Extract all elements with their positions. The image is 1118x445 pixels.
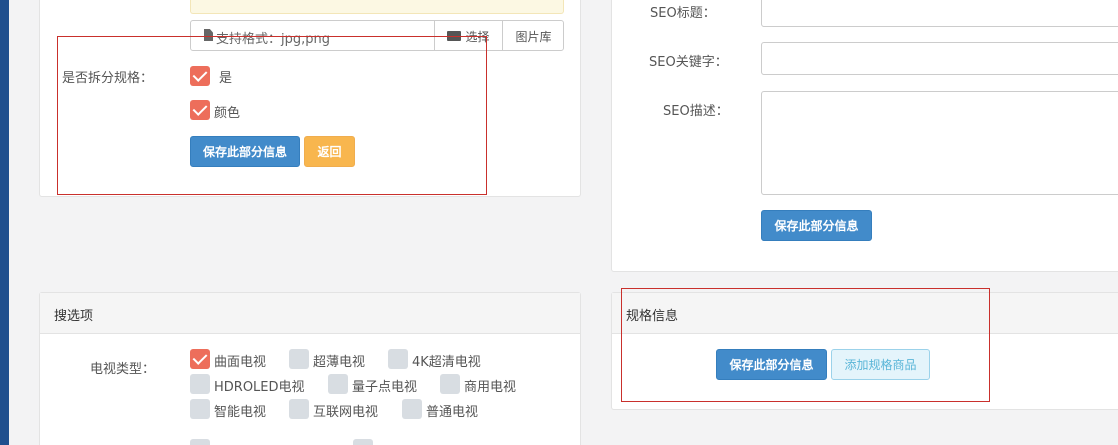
tv-type-ultrathin-checkbox[interactable]: [289, 349, 309, 369]
gallery-label: 图片库: [515, 29, 552, 44]
tv-type-hdroled-label: HDROLED电视: [214, 380, 305, 395]
left-sidebar-strip: [0, 0, 9, 445]
tv-type-ultrathin-label: 超薄电视: [313, 355, 366, 370]
tv-type-4k-label: 4K超清电视: [412, 355, 481, 370]
tv-type-hdroled-checkbox[interactable]: [190, 374, 210, 394]
search-options-panel: 搜选项 电视类型： 曲面电视 超薄电视 4K超清电视 HDROLED电视 量子点…: [39, 292, 581, 445]
gallery-button[interactable]: 图片库: [502, 21, 564, 51]
tv-type-smart-label: 智能电视: [214, 405, 267, 420]
tv-type-internet-label: 互联网电视: [313, 405, 379, 420]
seo-desc-label: SEO描述：: [663, 104, 729, 119]
tv-type-commercial-checkbox[interactable]: [440, 374, 460, 394]
seo-panel: SEO标题： SEO关键字： SEO描述： 保存此部分信息: [611, 0, 1118, 272]
partial-checkbox-1[interactable]: [190, 439, 210, 445]
tv-type-regular-label: 普通电视: [426, 405, 479, 420]
seo-keywords-input[interactable]: [761, 42, 1118, 75]
search-options-header: 搜选项: [40, 293, 580, 334]
tv-type-internet-checkbox[interactable]: [289, 399, 309, 419]
seo-desc-textarea[interactable]: [761, 91, 1118, 195]
save-seo-button[interactable]: 保存此部分信息: [761, 210, 872, 241]
tv-type-curved-label: 曲面电视: [214, 355, 267, 370]
tv-type-regular-checkbox[interactable]: [402, 399, 422, 419]
seo-title-input[interactable]: [761, 0, 1118, 27]
tv-type-smart-checkbox[interactable]: [190, 399, 210, 419]
highlight-box-spec-info: [621, 288, 990, 402]
tv-type-4k-checkbox[interactable]: [388, 349, 408, 369]
seo-keywords-label: SEO关键字：: [649, 55, 728, 70]
tv-type-curved-checkbox[interactable]: [190, 349, 210, 369]
highlight-box-split-spec: [57, 36, 487, 195]
notice-strip: [190, 0, 564, 14]
tv-type-label: 电视类型：: [90, 362, 156, 377]
tv-type-quantum-checkbox[interactable]: [328, 374, 348, 394]
tv-type-commercial-label: 商用电视: [464, 380, 517, 395]
tv-type-quantum-label: 量子点电视: [352, 380, 418, 395]
partial-checkbox-2[interactable]: [353, 439, 373, 445]
seo-title-label: SEO标题：: [650, 6, 716, 21]
